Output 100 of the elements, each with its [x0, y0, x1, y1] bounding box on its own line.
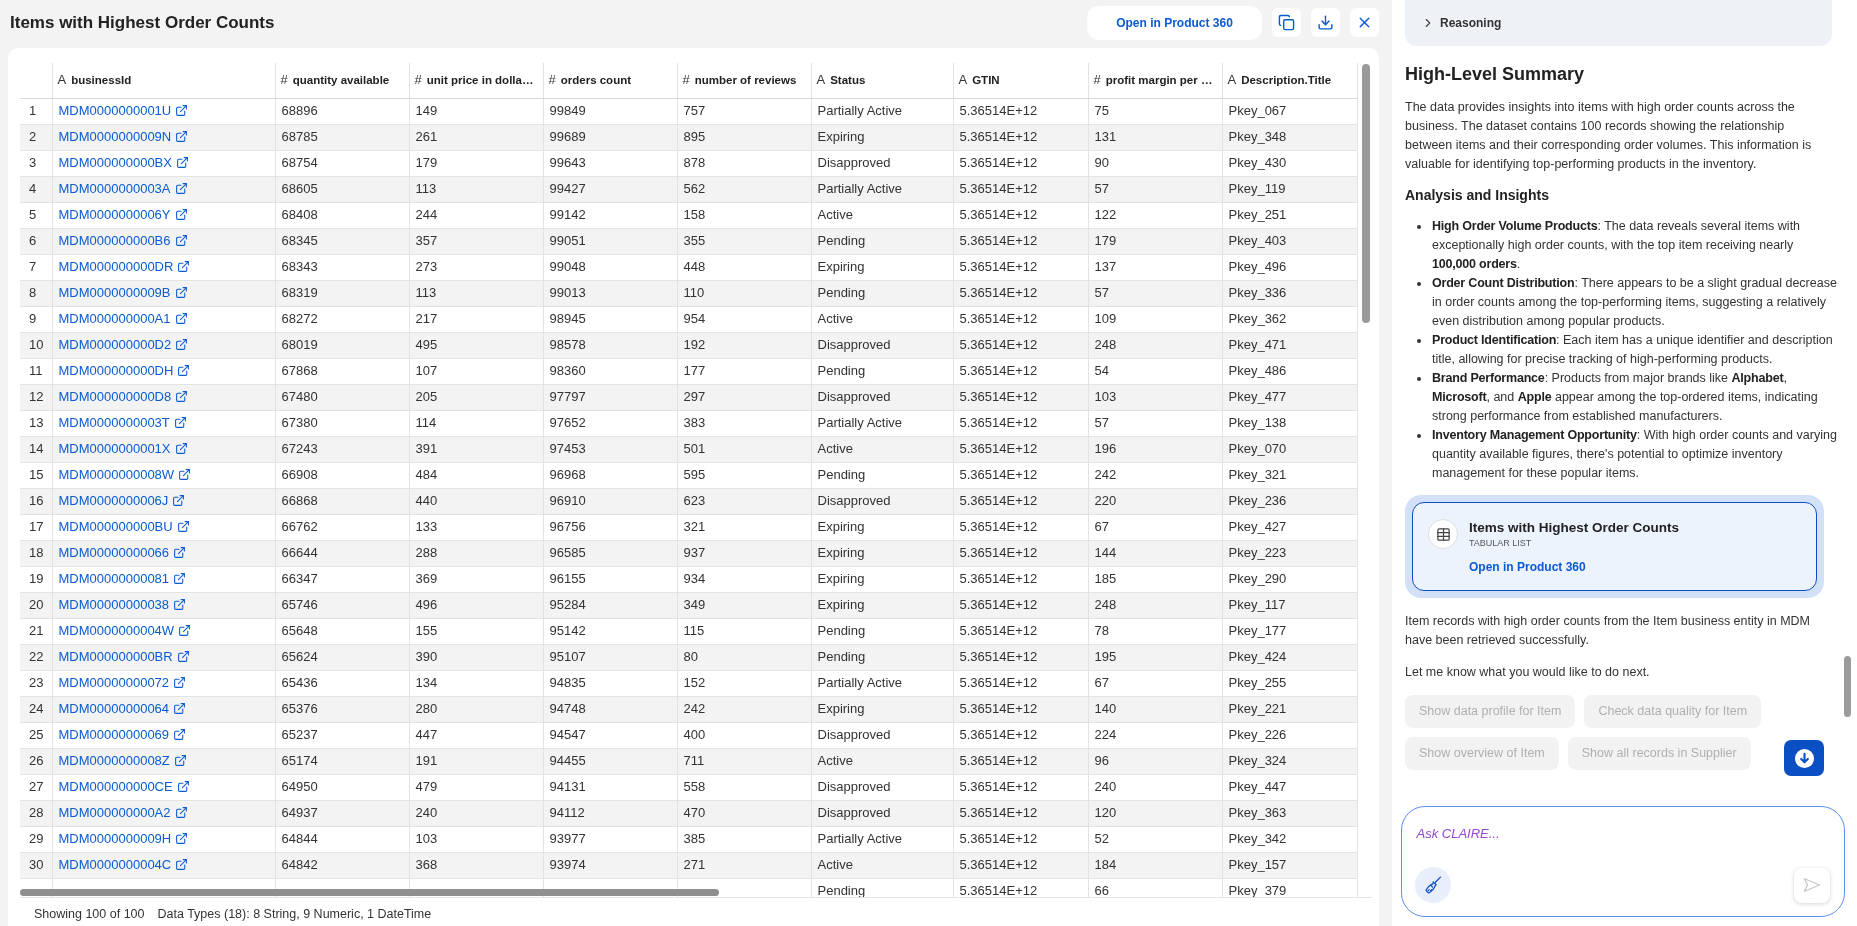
record-link[interactable]: MDM00000000064	[58, 701, 170, 716]
external-link-icon[interactable]	[174, 286, 188, 299]
open-in-product-link[interactable]: Open in Product 360	[1469, 559, 1586, 575]
external-link-icon[interactable]	[173, 728, 187, 741]
download-button[interactable]	[1311, 8, 1340, 37]
scroll-down-button[interactable]	[1784, 740, 1824, 776]
record-link[interactable]: MDM000000000BX	[58, 155, 172, 170]
record-link[interactable]: MDM0000000001X	[58, 441, 171, 456]
table-cell: 120	[1088, 800, 1222, 826]
table-cell: 5.36514E+12	[953, 176, 1088, 202]
external-link-icon[interactable]	[176, 650, 190, 663]
copy-button[interactable]	[1272, 8, 1301, 37]
table-cell: 64844	[275, 826, 409, 852]
table-cell: 113	[409, 176, 543, 202]
external-link-icon[interactable]	[174, 182, 188, 195]
external-link-icon[interactable]	[174, 442, 188, 455]
external-link-icon[interactable]	[173, 416, 187, 429]
table-cell: Disapproved	[811, 774, 953, 800]
record-link[interactable]: MDM000000000DH	[58, 363, 174, 378]
chat-input-field[interactable]: Ask CLAIRE...	[1414, 822, 1830, 845]
record-link[interactable]: MDM000000000D2	[58, 337, 172, 352]
table-cell: 5.36514E+12	[953, 124, 1088, 150]
record-link[interactable]: MDM0000000001U	[58, 103, 172, 118]
table-cell: 65237	[275, 722, 409, 748]
record-link[interactable]: MDM000000000BR	[58, 649, 173, 664]
external-link-icon[interactable]	[174, 312, 188, 325]
row-number: 4	[20, 176, 52, 202]
clear-chat-button[interactable]	[1414, 866, 1451, 903]
record-link[interactable]: MDM000000000B6	[58, 233, 171, 248]
external-link-icon[interactable]	[175, 858, 189, 871]
external-link-icon[interactable]	[172, 494, 186, 507]
open-in-product-button[interactable]: Open in Product 360	[1087, 5, 1262, 40]
record-link[interactable]: MDM00000000066	[58, 545, 170, 560]
record-link[interactable]: MDM0000000003T	[58, 415, 170, 430]
external-link-icon[interactable]	[177, 260, 191, 273]
record-link[interactable]: MDM00000000072	[58, 675, 170, 690]
record-link[interactable]: MDM000000000DR	[58, 259, 174, 274]
row-number: 29	[20, 826, 52, 852]
record-link[interactable]: MDM00000000081	[58, 571, 170, 586]
table-cell: Expiring	[811, 254, 953, 280]
bullet-icon	[1417, 224, 1421, 229]
record-link[interactable]: MDM0000000008W	[58, 467, 175, 482]
chat-scrollbar[interactable]	[1844, 656, 1851, 717]
external-link-icon[interactable]	[175, 390, 189, 403]
record-link[interactable]: MDM0000000004C	[58, 857, 172, 872]
table-cell: 96968	[543, 462, 677, 488]
record-link[interactable]: MDM000000000BU	[58, 519, 173, 534]
table-cell: Disapproved	[811, 488, 953, 514]
table-cell: 220	[1088, 488, 1222, 514]
record-link[interactable]: MDM0000000009N	[58, 129, 172, 144]
record-link[interactable]: MDM0000000003A	[58, 181, 171, 196]
table-cell: 217	[409, 306, 543, 332]
external-link-icon[interactable]	[178, 624, 192, 637]
external-link-icon[interactable]	[176, 780, 190, 793]
record-link[interactable]: MDM0000000006Y	[58, 207, 171, 222]
reasoning-toggle[interactable]: Reasoning	[1405, 0, 1832, 46]
external-link-icon[interactable]	[174, 208, 188, 221]
record-link[interactable]: MDM000000000A1	[58, 311, 171, 326]
external-link-icon[interactable]	[175, 104, 189, 117]
table-cell: 96155	[543, 566, 677, 592]
horizontal-scrollbar[interactable]	[20, 889, 719, 896]
table-cell: Active	[811, 436, 953, 462]
external-link-icon[interactable]	[173, 546, 187, 559]
record-link[interactable]: MDM00000000038	[58, 597, 170, 612]
record-link[interactable]: MDM0000000009B	[58, 285, 171, 300]
summary-heading: High-Level Summary	[1405, 63, 1586, 85]
external-link-icon[interactable]	[173, 572, 187, 585]
external-link-icon[interactable]	[175, 156, 189, 169]
external-link-icon[interactable]	[173, 598, 187, 611]
external-link-icon[interactable]	[176, 520, 190, 533]
record-link[interactable]: MDM0000000006J	[58, 493, 169, 508]
external-link-icon[interactable]	[177, 364, 191, 377]
table-cell: 66644	[275, 540, 409, 566]
record-link[interactable]: MDM0000000008Z	[58, 753, 170, 768]
external-link-icon[interactable]	[178, 468, 192, 481]
external-link-icon[interactable]	[175, 832, 189, 845]
table-cell: 67380	[275, 410, 409, 436]
record-link[interactable]: MDM000000000A2	[58, 805, 171, 820]
external-link-icon[interactable]	[174, 234, 188, 247]
external-link-icon[interactable]	[175, 338, 189, 351]
external-link-icon[interactable]	[175, 130, 189, 143]
external-link-icon[interactable]	[173, 754, 187, 767]
record-link[interactable]: MDM00000000069	[58, 727, 170, 742]
external-link-icon[interactable]	[173, 676, 187, 689]
close-button[interactable]	[1350, 8, 1379, 37]
row-number: 10	[20, 332, 52, 358]
table-cell: Pkey_070	[1222, 436, 1357, 462]
table-cell: 78	[1088, 618, 1222, 644]
record-link[interactable]: MDM000000000D8	[58, 389, 172, 404]
record-link[interactable]: MDM000000000CE	[58, 779, 173, 794]
external-link-icon[interactable]	[174, 806, 188, 819]
table-cell: 103	[1088, 384, 1222, 410]
table-cell: Pkey_324	[1222, 748, 1357, 774]
record-link[interactable]: MDM0000000004W	[58, 623, 175, 638]
vertical-scrollbar[interactable]	[1362, 64, 1370, 323]
record-link[interactable]: MDM0000000009H	[58, 831, 172, 846]
row-number: 25	[20, 722, 52, 748]
table-cell: 288	[409, 540, 543, 566]
external-link-icon[interactable]	[173, 702, 187, 715]
table-cell: 261	[409, 124, 543, 150]
